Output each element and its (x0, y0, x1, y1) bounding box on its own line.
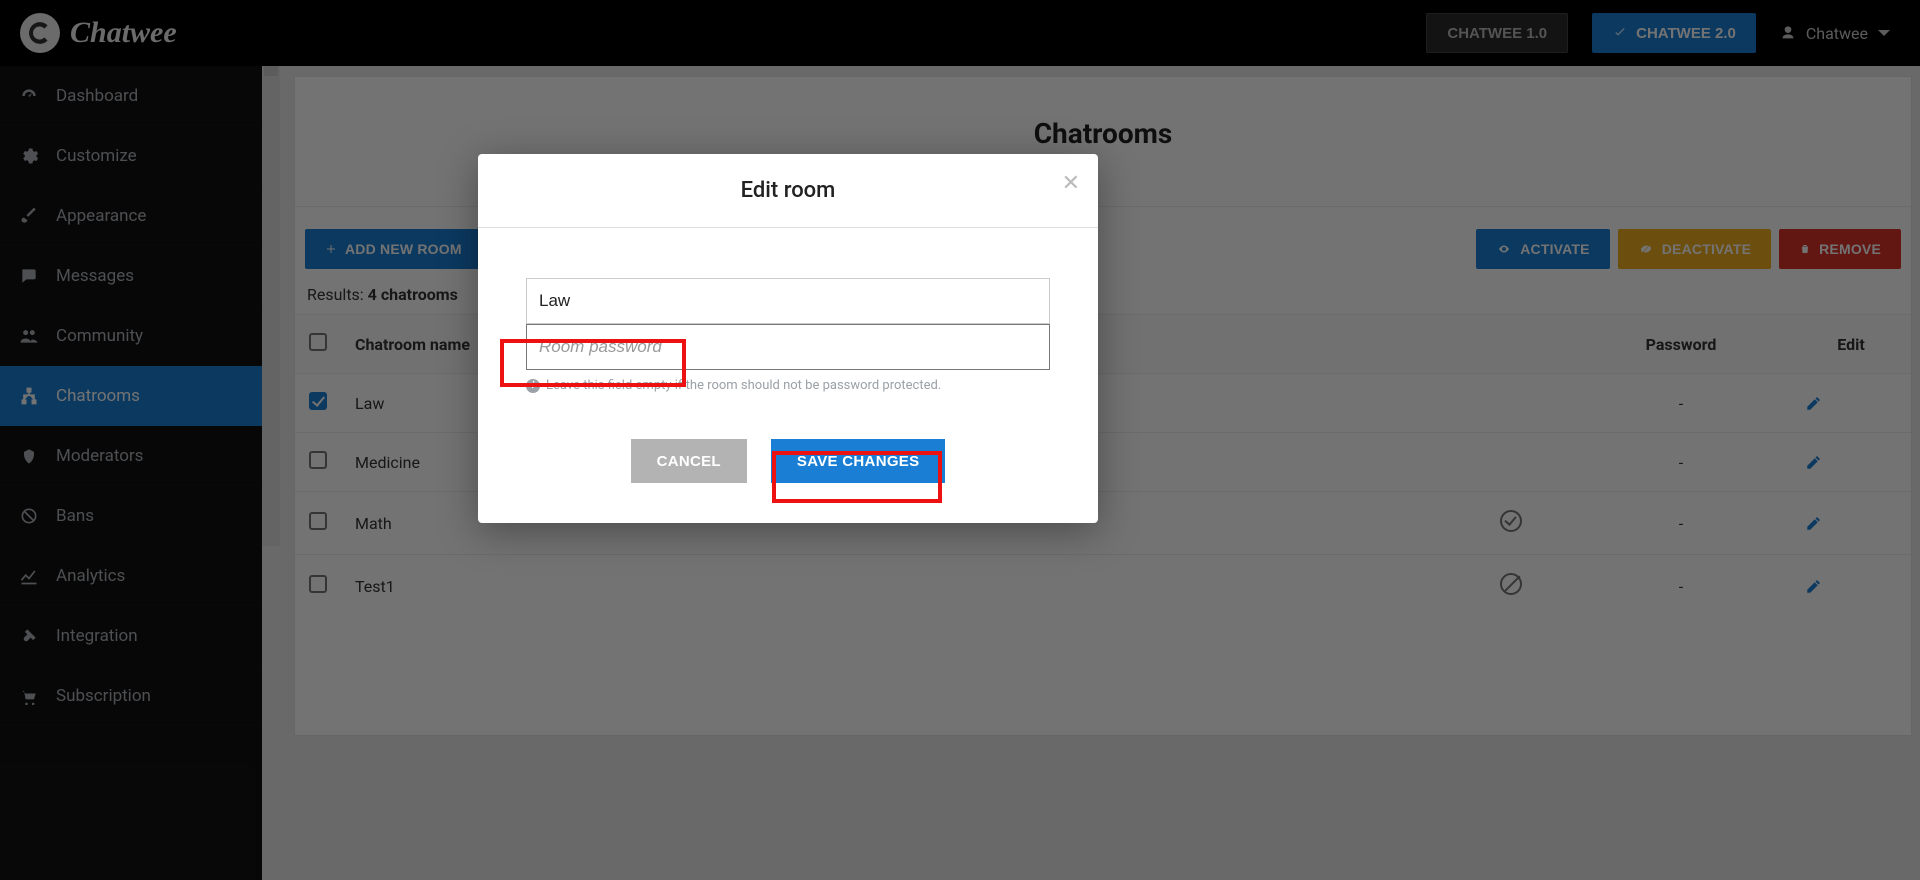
room-name-input[interactable] (526, 278, 1050, 324)
cancel-label: CANCEL (657, 453, 721, 470)
save-label: SAVE CHANGES (797, 453, 920, 470)
info-icon: i (526, 379, 540, 393)
edit-room-modal: ✕ Edit room i Leave this field empty if … (478, 154, 1098, 523)
password-hint: i Leave this field empty if the room sho… (526, 378, 1050, 393)
modal-title: Edit room (478, 178, 1098, 227)
save-changes-button[interactable]: SAVE CHANGES (771, 439, 946, 483)
password-hint-text: Leave this field empty if the room shoul… (546, 378, 941, 393)
room-password-input[interactable] (526, 324, 1050, 370)
cancel-button[interactable]: CANCEL (631, 439, 747, 483)
close-icon[interactable]: ✕ (1062, 172, 1080, 194)
